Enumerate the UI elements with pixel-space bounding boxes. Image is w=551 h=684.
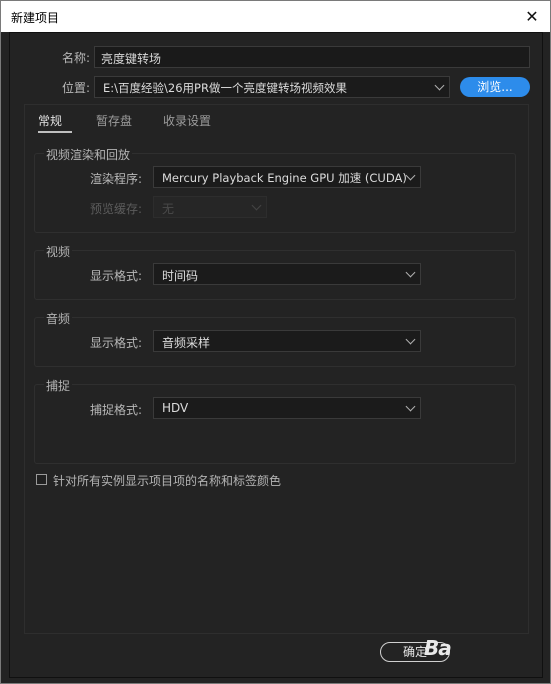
preview-cache-dropdown: 无 [153, 196, 267, 218]
title-bar: 新建项目 ✕ [1, 1, 550, 32]
render-group-title: 视频渲染和回放 [44, 146, 133, 163]
chevron-down-icon [405, 170, 416, 181]
location-label: 位置: [62, 81, 91, 95]
video-format-label: 显示格式: [90, 269, 143, 283]
chevron-down-icon [405, 401, 416, 412]
renderer-dropdown[interactable]: Mercury Playback Engine GPU 加速 (CUDA) [153, 166, 421, 188]
render-group [34, 153, 516, 233]
name-input[interactable]: 亮度键转场 [94, 46, 530, 68]
video-format-dropdown[interactable]: 时间码 [153, 263, 421, 285]
chevron-down-icon [405, 267, 416, 278]
chevron-down-icon [434, 80, 445, 91]
close-icon[interactable]: ✕ [514, 1, 550, 32]
audio-format-label: 显示格式: [90, 336, 143, 350]
tab-scratch-disks[interactable]: 暂存盘 [96, 112, 132, 129]
capture-format-value: HDV [162, 401, 189, 415]
audio-format-dropdown[interactable]: 音频采样 [153, 330, 421, 352]
active-tab-indicator [38, 131, 72, 133]
renderer-value: Mercury Playback Engine GPU 加速 (CUDA) [162, 171, 407, 185]
audio-group-title: 音频 [44, 310, 73, 327]
watermark: Ba [424, 636, 452, 660]
show-label-colors-checkbox[interactable] [36, 474, 47, 485]
browse-button[interactable]: 浏览... [460, 77, 530, 97]
chevron-down-icon [251, 200, 262, 211]
chevron-down-icon [405, 334, 416, 345]
tab-ingest-settings[interactable]: 收录设置 [163, 112, 211, 129]
video-group-title: 视频 [44, 243, 73, 260]
capture-group [34, 384, 516, 464]
video-format-value: 时间码 [162, 269, 199, 283]
location-dropdown[interactable]: E:\百度经验\26用PR做一个亮度键转场视频效果 [94, 76, 450, 98]
preview-cache-value: 无 [162, 202, 175, 216]
dialog-body: 名称: 亮度键转场 位置: E:\百度经验\26用PR做一个亮度键转场视频效果 … [9, 32, 543, 678]
renderer-label: 渲染程序: [90, 172, 143, 186]
show-label-colors-label: 针对所有实例显示项目项的名称和标签颜色 [53, 474, 282, 488]
preview-cache-label: 预览缓存: [90, 202, 143, 216]
audio-format-value: 音频采样 [162, 336, 211, 350]
window-title: 新建项目 [11, 11, 60, 25]
tab-general[interactable]: 常规 [38, 112, 62, 129]
capture-group-title: 捕捉 [44, 377, 73, 394]
new-project-dialog: 新建项目 ✕ 名称: 亮度键转场 位置: E:\百度经验\26用PR做一个亮度键… [0, 0, 551, 684]
capture-format-label: 捕捉格式: [90, 403, 143, 417]
name-label: 名称: [62, 51, 91, 65]
location-value: E:\百度经验\26用PR做一个亮度键转场视频效果 [103, 81, 347, 95]
capture-format-dropdown[interactable]: HDV [153, 397, 421, 419]
